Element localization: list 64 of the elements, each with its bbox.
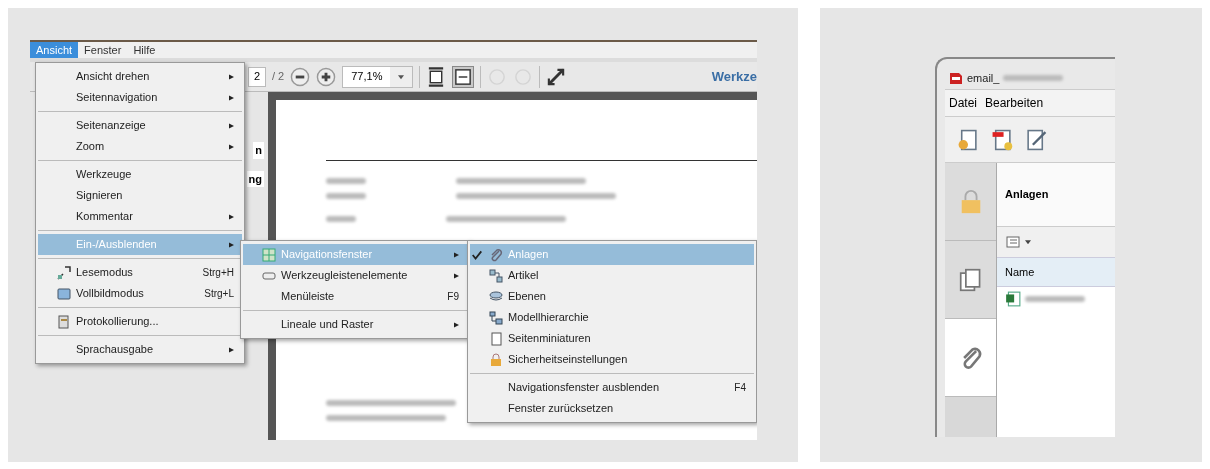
menu-item[interactable]: Ebenen — [470, 286, 754, 307]
hierarchy-icon — [489, 310, 503, 325]
sidebar-tab[interactable] — [945, 319, 996, 397]
menu-item[interactable]: Signieren — [38, 185, 242, 206]
menu-item[interactable]: Kommentar — [38, 206, 242, 227]
blurred-text — [1025, 296, 1085, 302]
edit-document-icon — [1025, 128, 1047, 151]
panel-title: Anlagen — [1005, 187, 1049, 203]
menu-item[interactable]: Artikel — [470, 265, 754, 286]
window-title: email_ — [967, 70, 1000, 86]
document-icon — [991, 128, 1013, 151]
menu-item[interactable]: Lineale und Raster — [243, 314, 467, 335]
page-icon — [489, 331, 503, 346]
menu-item[interactable]: Vollbildmodus Strg+L — [38, 283, 242, 304]
layers-icon — [489, 289, 503, 304]
expand-icon — [546, 66, 567, 87]
zoom-in-icon — [316, 66, 337, 87]
paperclip-icon — [489, 247, 503, 262]
blurred-text — [1003, 75, 1064, 81]
fit-page-icon — [452, 65, 475, 88]
resize-icon — [57, 265, 71, 280]
menu-item[interactable]: Werkzeuge — [38, 164, 242, 185]
menu-item[interactable]: Fenster zurücksetzen — [470, 398, 754, 419]
column-header[interactable]: Name — [1005, 263, 1035, 281]
tools-link[interactable]: Werkze — [711, 66, 757, 87]
document-icon — [57, 314, 71, 329]
article-icon — [489, 268, 503, 283]
blurred-text — [326, 193, 366, 199]
menu-bar-item[interactable]: Bearbeiten — [985, 94, 1044, 112]
panel-text: n — [253, 142, 264, 159]
menu-item[interactable]: Seitennavigation — [38, 87, 242, 108]
page-count: / 2 — [272, 69, 285, 85]
spreadsheet-icon — [1005, 291, 1021, 307]
caret-icon — [398, 73, 405, 80]
menu-item[interactable]: Seitenminiaturen — [470, 328, 754, 349]
sidebar-tab[interactable] — [945, 241, 996, 319]
menu-item[interactable]: Seitenanzeige — [38, 115, 242, 136]
menu-item[interactable]: Navigationsfenster ausblenden F4 — [470, 377, 754, 398]
menu-item[interactable]: Lesemodus Strg+H — [38, 262, 242, 283]
menu-item[interactable]: Sicherheitseinstellungen — [470, 349, 754, 370]
panel-text: ng — [246, 170, 264, 187]
check-icon — [472, 249, 482, 260]
blurred-text — [326, 178, 366, 184]
document-icon — [957, 128, 979, 151]
lock-icon — [489, 352, 503, 367]
menu-item[interactable]: Zoom — [38, 136, 242, 157]
menu-item[interactable]: Modellhierarchie — [470, 307, 754, 328]
menu-bar-item[interactable]: Hilfe — [127, 42, 162, 58]
zoom-out-icon — [290, 66, 311, 87]
menu-item[interactable]: Werkzeugleistenelemente — [243, 265, 467, 286]
menu-bar-item[interactable]: Datei — [949, 94, 977, 112]
menu-item[interactable]: Ansicht drehen — [38, 66, 242, 87]
zoom-dropdown[interactable]: 77,1% — [342, 65, 414, 88]
monitor-icon — [57, 286, 71, 301]
caret-icon — [1025, 239, 1031, 245]
menu-item[interactable]: Menüleiste F9 — [243, 286, 467, 307]
panel-icon — [262, 247, 276, 262]
list-options-icon — [1005, 235, 1021, 249]
menu-item[interactable]: Sprachausgabe — [38, 339, 242, 360]
pdf-icon — [949, 71, 963, 85]
page-number-field[interactable]: 2 — [248, 66, 266, 87]
menu-item[interactable]: Protokollierung... — [38, 311, 242, 332]
menu-bar-item[interactable]: Fenster — [78, 42, 128, 58]
blurred-text — [326, 216, 356, 222]
